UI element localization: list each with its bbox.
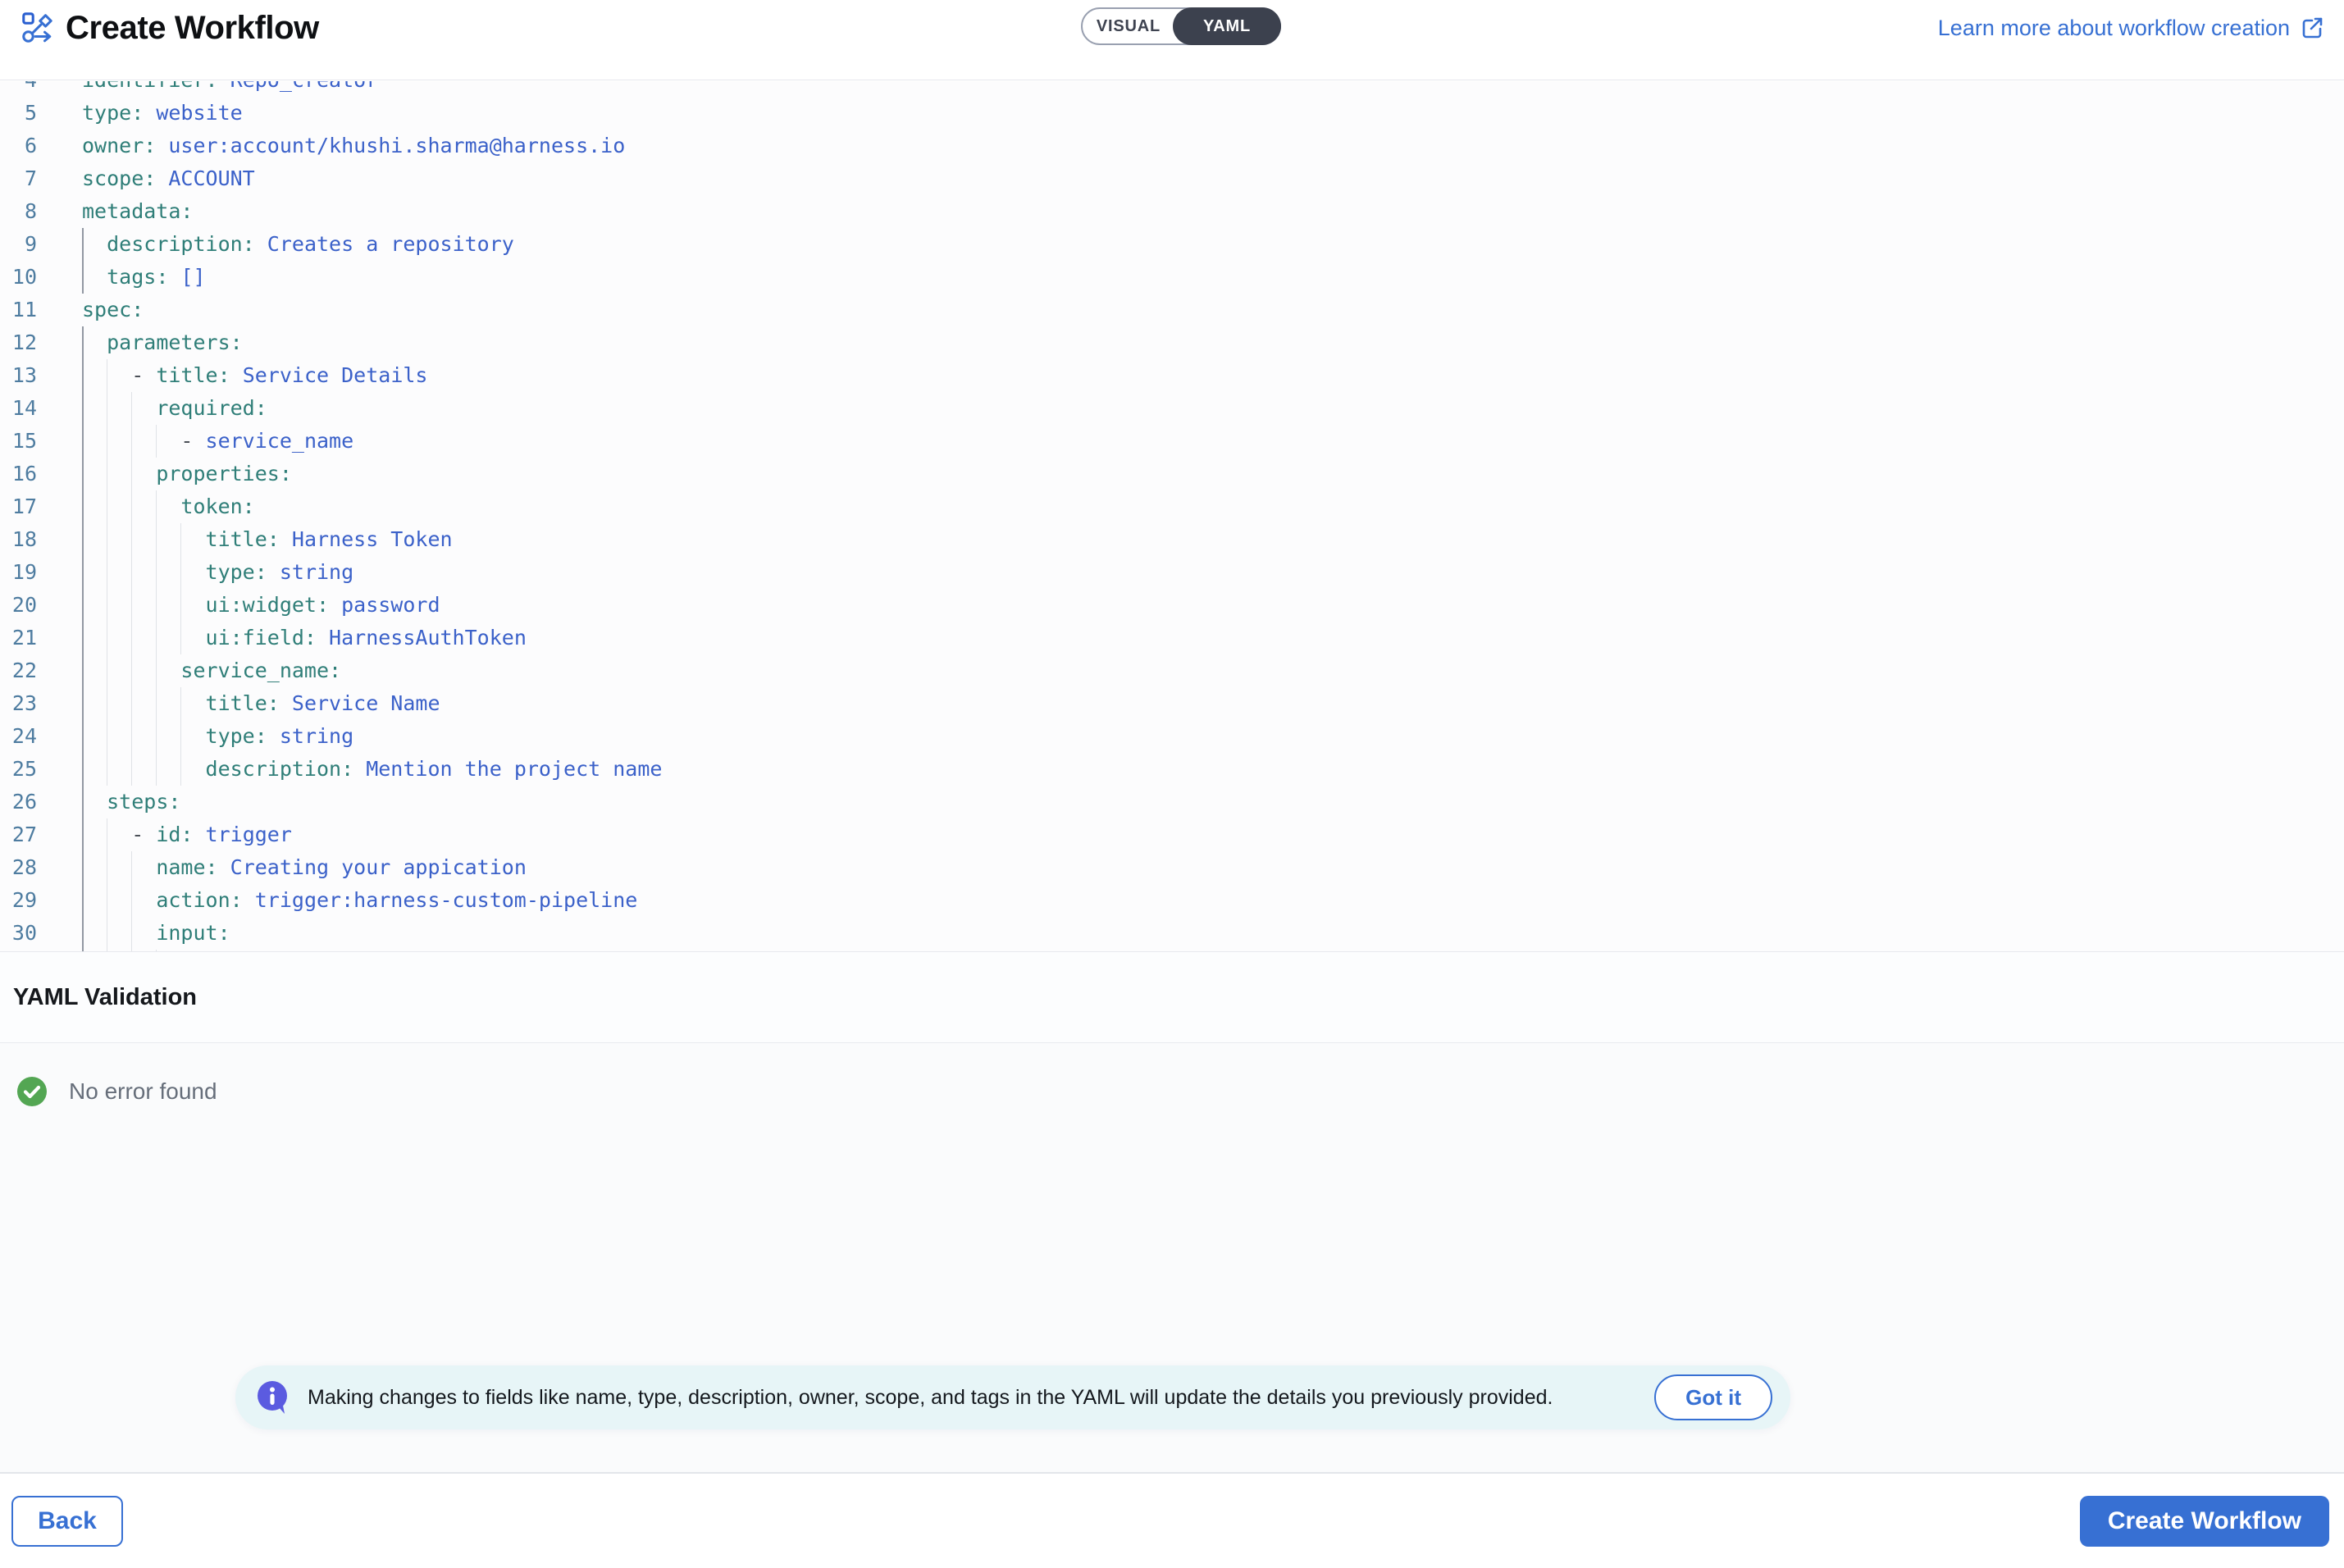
- footer-bar: Back Create Workflow: [0, 1472, 2344, 1568]
- workflow-icon: [20, 11, 54, 45]
- code-line: 4identifier: Repo_creator: [0, 81, 2344, 97]
- visual-yaml-toggle[interactable]: VISUAL YAML: [1081, 7, 1281, 45]
- info-icon: [257, 1380, 290, 1415]
- code-line: 19 type: string: [0, 556, 2344, 589]
- code-line: 30 input:: [0, 917, 2344, 950]
- code-line: 13 - title: Service Details: [0, 359, 2344, 392]
- code-line: 11spec:: [0, 294, 2344, 326]
- code-line: 8metadata:: [0, 195, 2344, 228]
- code-lines: 4identifier: Repo_creator5type: website6…: [0, 81, 2344, 951]
- code-line: 26 steps:: [0, 786, 2344, 818]
- check-circle-icon: [16, 1076, 48, 1107]
- page-header: Create Workflow VISUAL YAML Learn more a…: [0, 0, 2344, 80]
- page-title: Create Workflow: [66, 10, 319, 47]
- code-line: 28 name: Creating your appication: [0, 851, 2344, 884]
- got-it-button[interactable]: Got it: [1654, 1374, 1772, 1420]
- code-line: 16 properties:: [0, 458, 2344, 490]
- code-line: 12 parameters:: [0, 326, 2344, 359]
- code-line: 22 service_name:: [0, 654, 2344, 687]
- code-line: 21 ui:field: HarnessAuthToken: [0, 622, 2344, 654]
- code-line: 29 action: trigger:harness-custom-pipeli…: [0, 884, 2344, 917]
- code-line: 14 required:: [0, 392, 2344, 425]
- validation-title: YAML Validation: [13, 984, 197, 1011]
- code-line: 15 - service_name: [0, 425, 2344, 458]
- create-workflow-button[interactable]: Create Workflow: [2080, 1496, 2329, 1547]
- learn-more-label: Learn more about workflow creation: [1938, 16, 2290, 41]
- code-line: 9 description: Creates a repository: [0, 228, 2344, 261]
- toggle-option-visual[interactable]: VISUAL: [1083, 17, 1174, 36]
- code-line: 25 description: Mention the project name: [0, 753, 2344, 786]
- code-line: 20 ui:widget: password: [0, 589, 2344, 622]
- code-line: 24 type: string: [0, 720, 2344, 753]
- code-line: 5type: website: [0, 97, 2344, 130]
- validation-status: No error found: [69, 1078, 217, 1105]
- code-line: 18 title: Harness Token: [0, 523, 2344, 556]
- external-link-icon: [2300, 16, 2324, 40]
- yaml-editor[interactable]: 4identifier: Repo_creator5type: website6…: [0, 81, 2344, 951]
- code-line: 6owner: user:account/khushi.sharma@harne…: [0, 130, 2344, 162]
- toggle-option-yaml[interactable]: YAML: [1173, 7, 1281, 45]
- header-title-group: Create Workflow: [20, 7, 319, 49]
- learn-more-link[interactable]: Learn more about workflow creation: [1938, 8, 2324, 48]
- info-banner: Making changes to fields like name, type…: [235, 1365, 1790, 1429]
- validation-status-row: No error found: [0, 1043, 2344, 1107]
- create-workflow-page: Create Workflow VISUAL YAML Learn more a…: [0, 0, 2344, 1568]
- code-line: 27 - id: trigger: [0, 818, 2344, 851]
- code-line: 7scope: ACCOUNT: [0, 162, 2344, 195]
- code-line: 10 tags: []: [0, 261, 2344, 294]
- code-line: 23 title: Service Name: [0, 687, 2344, 720]
- validation-header: YAML Validation: [0, 951, 2344, 1043]
- banner-message: Making changes to fields like name, type…: [308, 1386, 1636, 1410]
- back-button[interactable]: Back: [11, 1496, 123, 1547]
- code-line: 17 token:: [0, 490, 2344, 523]
